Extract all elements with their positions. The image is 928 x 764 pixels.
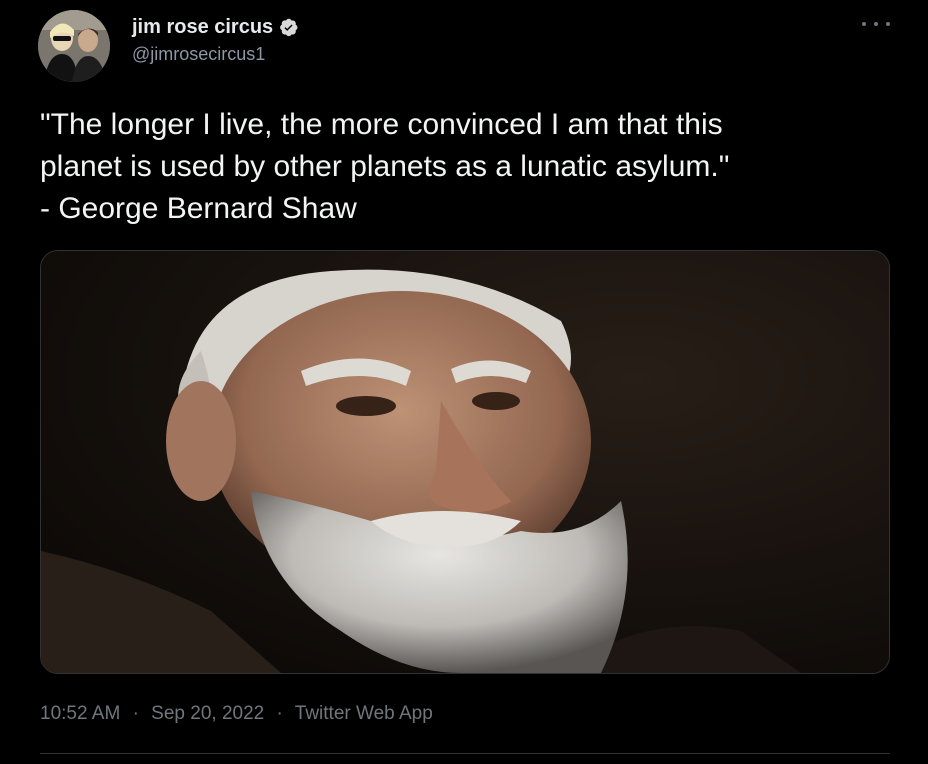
verified-badge-icon <box>278 17 299 38</box>
meta-separator: · <box>132 703 139 724</box>
tweet-text: "The longer I live, the more convinced I… <box>40 104 890 230</box>
tweet-text-line: - George Bernard Shaw <box>40 192 357 225</box>
tweet-time[interactable]: 10:52 AM <box>40 703 120 724</box>
handle[interactable]: @jimrosecircus1 <box>132 44 299 65</box>
tweet-text-line: "The longer I live, the more convinced I… <box>40 108 723 141</box>
tweet-source[interactable]: Twitter Web App <box>295 703 433 724</box>
tweet-metadata: 10:52 AM · Sep 20, 2022 · Twitter Web Ap… <box>40 703 433 725</box>
meta-separator: · <box>276 703 283 724</box>
tweet-photo[interactable] <box>40 250 890 674</box>
divider <box>40 753 890 754</box>
avatar[interactable] <box>38 10 110 82</box>
tweet: jim rose circus @jimrosecircus1 "The lon… <box>0 0 928 764</box>
author-block: jim rose circus @jimrosecircus1 <box>132 12 299 65</box>
display-name[interactable]: jim rose circus <box>132 16 273 39</box>
more-horizontal-icon[interactable] <box>862 14 890 34</box>
tweet-date[interactable]: Sep 20, 2022 <box>151 703 264 724</box>
tweet-text-line: planet is used by other planets as a lun… <box>40 150 730 183</box>
